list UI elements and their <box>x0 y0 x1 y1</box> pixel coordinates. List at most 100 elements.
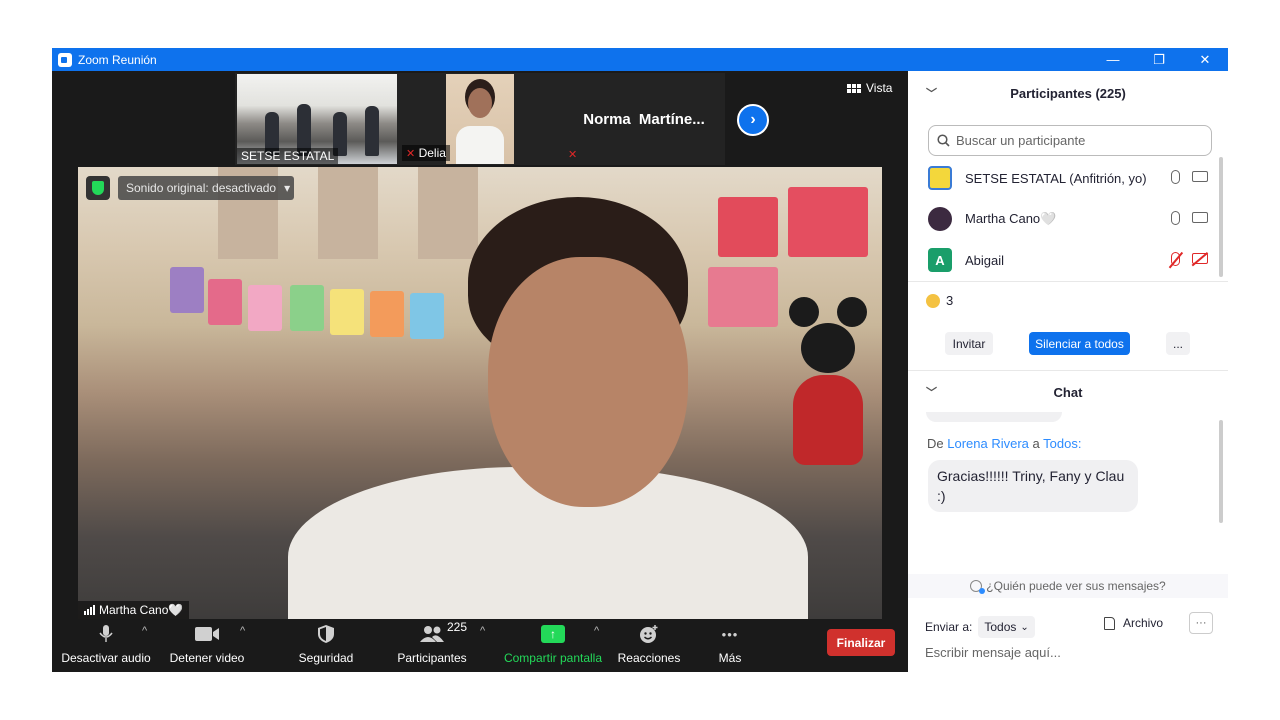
collapse-participants-icon[interactable]: ﹀ <box>926 85 937 101</box>
avatar <box>928 166 952 190</box>
stop-video-button[interactable]: Detener video <box>168 619 246 672</box>
participants-icon <box>420 619 444 649</box>
raised-hands-count: 3 <box>946 293 954 308</box>
mute-all-button[interactable]: Silenciar a todos <box>1029 332 1130 355</box>
wall-decoration <box>708 267 778 327</box>
speaker-name: Martha Cano🤍 <box>99 603 184 617</box>
participant-search[interactable] <box>928 125 1212 156</box>
divider <box>908 370 1228 371</box>
view-button[interactable]: Vista <box>847 81 892 95</box>
video-off-icon[interactable] <box>1192 253 1208 264</box>
minimize-button[interactable]: — <box>1090 48 1136 71</box>
window-title: Zoom Reunión <box>78 52 157 67</box>
thumbnail-name-delia: ✕ Delia <box>402 145 450 161</box>
chat-more-button[interactable]: ··· <box>1189 612 1213 634</box>
grid-view-icon <box>847 83 861 93</box>
person-icon <box>970 580 986 594</box>
chat-sender[interactable]: Lorena Rivera <box>947 436 1029 451</box>
side-panel: ﹀ Participantes (225) SETSE ESTATAL (Anf… <box>908 71 1228 672</box>
wall-decoration <box>330 289 364 335</box>
speaker-name-tag: Martha Cano🤍 <box>78 601 190 619</box>
chat-message-previous <box>926 412 1062 422</box>
participants-title: Participantes (225) <box>1010 85 1126 101</box>
raised-hands-summary: 3 <box>926 293 953 308</box>
send-to-label: Enviar a: <box>925 620 973 634</box>
view-label: Vista <box>866 81 893 95</box>
more-dots-icon: ••• <box>721 626 739 642</box>
video-person <box>365 106 379 156</box>
minnie-plush <box>783 297 873 497</box>
video-camera-icon[interactable] <box>1192 171 1208 182</box>
participants-label: Participantes <box>397 651 467 665</box>
participant-controls <box>1171 252 1208 266</box>
speaker-face <box>488 257 688 507</box>
end-meeting-button[interactable]: Finalizar <box>827 629 895 656</box>
participant-row[interactable]: Martha Cano🤍 <box>928 203 1208 235</box>
share-screen-button[interactable]: ↑ Compartir pantalla <box>500 619 606 672</box>
participant-name: Abigail <box>965 252 1005 268</box>
participants-options-caret[interactable]: ^ <box>480 625 485 637</box>
reactions-label: Reacciones <box>617 651 681 665</box>
encryption-shield-icon[interactable] <box>86 176 110 200</box>
video-person-body <box>456 126 504 164</box>
participant-name: Martha Cano🤍 <box>965 211 1057 226</box>
chat-title: Chat <box>1053 384 1083 400</box>
participant-row[interactable]: SETSE ESTATAL (Anfitrión, yo) <box>928 162 1208 194</box>
more-button[interactable]: ••• Más <box>706 619 754 672</box>
file-button[interactable]: Archivo <box>1104 616 1163 630</box>
window-controls: — ❐ ✕ <box>1090 48 1228 71</box>
participant-name: SETSE ESTATAL (Anfitrión, yo) <box>965 170 1147 186</box>
wall-decoration <box>170 267 204 313</box>
next-page-button[interactable]: › <box>737 104 769 136</box>
send-to-dropdown[interactable]: Todos ⌄ <box>978 616 1035 638</box>
participant-controls <box>1171 211 1208 225</box>
participants-more-button[interactable]: ... <box>1166 332 1190 355</box>
shield-icon <box>317 619 335 649</box>
chevron-down-icon[interactable]: ▾ <box>284 181 290 195</box>
wall-decoration <box>370 291 404 337</box>
mute-audio-button[interactable]: Desactivar audio <box>61 619 151 672</box>
participant-row[interactable]: A Abigail <box>928 244 1208 276</box>
thumbnail-name: Norma Martíne... <box>583 110 705 128</box>
avatar <box>928 207 952 231</box>
mic-muted-icon[interactable] <box>1171 252 1180 266</box>
invite-button[interactable]: Invitar <box>945 332 993 355</box>
wall-decoration <box>410 293 444 339</box>
mute-audio-label: Desactivar audio <box>61 651 151 665</box>
message-visibility-info[interactable]: ¿Quién puede ver sus mensajes? <box>908 574 1228 598</box>
chat-header: ﹀ Chat <box>908 372 1228 412</box>
search-input[interactable] <box>956 133 1206 148</box>
chat-scrollbar[interactable] <box>1219 420 1223 523</box>
send-to-row: Enviar a: Todos ⌄ <box>925 616 1035 638</box>
original-sound-toggle[interactable]: Sonido original: desactivado ▾ <box>118 176 295 200</box>
audio-options-caret[interactable]: ^ <box>142 625 147 637</box>
mic-icon[interactable] <box>1171 211 1180 225</box>
send-to-value: Todos <box>984 620 1017 634</box>
participants-scrollbar[interactable] <box>1219 157 1223 277</box>
participants-header: ﹀ Participantes (225) <box>908 73 1228 113</box>
divider <box>908 281 1228 282</box>
mic-muted-icon: ✕ <box>568 149 578 161</box>
mic-icon[interactable] <box>1171 170 1180 184</box>
video-camera-icon[interactable] <box>1192 212 1208 223</box>
title-bar: Zoom Reunión — ❐ ✕ <box>52 48 1228 71</box>
restore-button[interactable]: ❐ <box>1136 48 1182 71</box>
thumbnail-norma[interactable]: Norma Martíne... <box>564 74 724 164</box>
collapse-chat-icon[interactable]: ﹀ <box>926 384 937 400</box>
video-options-caret[interactable]: ^ <box>240 625 245 637</box>
chat-message-input[interactable] <box>925 642 1215 662</box>
video-camera-icon <box>194 619 220 649</box>
reactions-icon <box>639 619 659 649</box>
security-button[interactable]: Seguridad <box>292 619 360 672</box>
clap-icon <box>926 293 940 308</box>
reactions-button[interactable]: Reacciones <box>616 619 682 672</box>
wall-decoration <box>718 197 778 257</box>
file-label: Archivo <box>1123 616 1164 630</box>
participants-count: 225 <box>447 620 468 634</box>
share-options-caret[interactable]: ^ <box>594 625 599 637</box>
thumbnail-delia[interactable] <box>446 74 514 164</box>
participant-controls <box>1171 170 1208 184</box>
close-button[interactable]: ✕ <box>1182 48 1228 71</box>
thumbnail-setse-estatal[interactable]: SETSE ESTATAL <box>237 74 397 164</box>
video-person-head <box>468 88 492 118</box>
